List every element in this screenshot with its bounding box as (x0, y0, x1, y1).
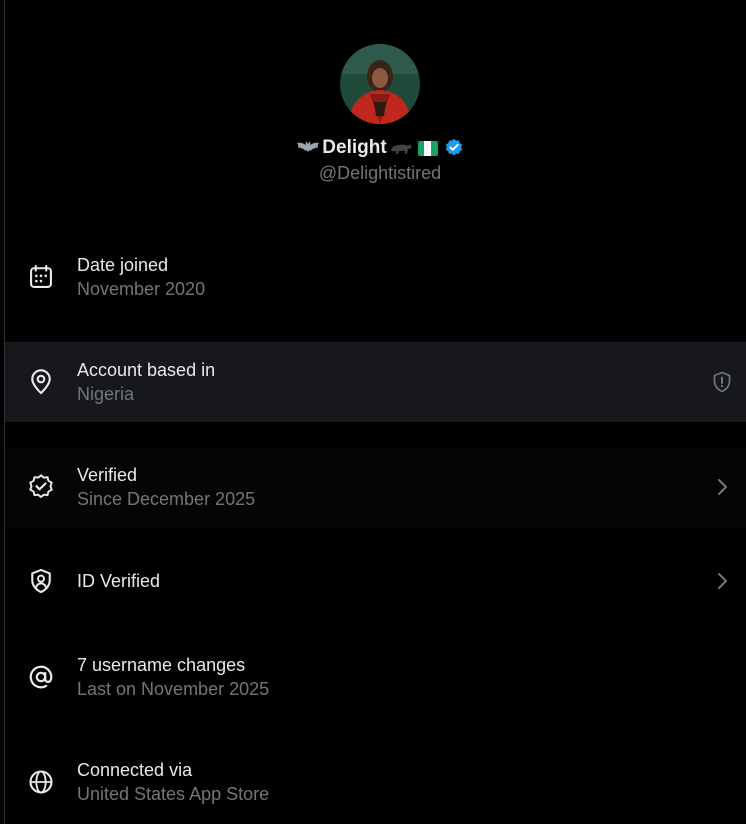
avatar[interactable] (340, 44, 420, 124)
date-joined-row: Date joined November 2020 (5, 237, 746, 317)
id-shield-icon (31, 568, 51, 594)
chevron-right-icon[interactable] (710, 475, 734, 499)
display-name: Delight (322, 137, 387, 158)
at-sign-icon (29, 665, 53, 689)
profile-header: Delight @Delightistired (0, 0, 746, 200)
row-subtitle: November 2020 (77, 279, 206, 299)
about-account-page: Delight @Delightistired Date joined Nove… (0, 0, 746, 824)
username-changes-row: 7 username changes Last on November 2025 (5, 637, 746, 717)
row-subtitle: Nigeria (77, 384, 135, 404)
globe-icon (29, 770, 53, 794)
username-changes-text: 7 username changes Last on November 2025 (77, 653, 269, 701)
row-title: ID Verified (77, 571, 161, 591)
date-joined-text: Date joined November 2020 (77, 253, 205, 301)
account-based-in-row[interactable]: Account based in Nigeria (5, 342, 746, 422)
username-handle: @Delightistired (318, 163, 442, 183)
id-verified-row[interactable]: ID Verified (5, 541, 746, 621)
bat-icon (296, 140, 320, 156)
row-title: Date joined (77, 255, 169, 275)
row-title: Connected via (77, 760, 193, 780)
row-title: Verified (77, 465, 138, 485)
id-verified-text: ID Verified (77, 569, 160, 593)
row-title: Account based in (77, 360, 216, 380)
panther-icon (389, 140, 413, 156)
account-based-in-text: Account based in Nigeria (77, 358, 215, 406)
chevron-right-icon[interactable] (710, 569, 734, 593)
display-name-row: Delight (0, 135, 746, 161)
connected-via-text: Connected via United States App Store (77, 758, 269, 806)
connected-via-row: Connected via United States App Store (5, 742, 746, 822)
row-subtitle: United States App Store (77, 784, 270, 804)
nigeria-flag-icon (417, 140, 438, 156)
verified-badge-icon[interactable] (444, 138, 464, 158)
verified-check-icon (29, 474, 53, 499)
calendar-icon (30, 264, 52, 288)
location-pin-icon (31, 369, 51, 395)
row-subtitle: Last on November 2025 (77, 679, 270, 699)
verified-row[interactable]: Verified Since December 2025 (5, 447, 746, 527)
verified-text: Verified Since December 2025 (77, 463, 255, 511)
shield-alert-icon[interactable] (710, 370, 734, 394)
row-subtitle: Since December 2025 (77, 489, 256, 509)
row-title: 7 username changes (77, 655, 246, 675)
